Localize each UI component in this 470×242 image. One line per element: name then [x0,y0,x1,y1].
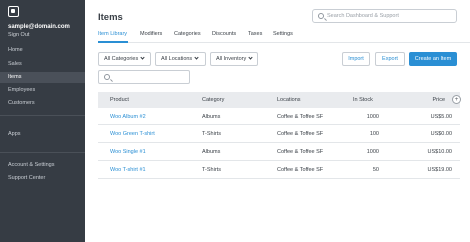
sidebar-item-account-settings[interactable]: Account & Settings [0,160,85,171]
row-divider [98,160,460,161]
import-button[interactable]: Import [342,52,370,66]
price-cell: US$0.00 [430,131,452,137]
locations-cell: Coffee & Toffee SF [277,114,324,120]
product-name-link[interactable]: Woo Single #1 [110,149,146,155]
add-column-icon[interactable]: + [452,95,461,104]
sidebar-divider [0,152,85,153]
row-divider [98,178,460,179]
locations-cell: Coffee & Toffee SF [277,167,324,173]
sidebar-item-items[interactable]: Items [0,72,85,83]
stock-cell: 1000 [366,114,379,120]
tab-modifiers[interactable]: Modifiers [140,31,162,37]
tab-categories[interactable]: Categories [174,31,201,37]
sidebar-item-apps[interactable]: Apps [0,129,85,140]
sidebar-item-home[interactable]: Home [0,45,85,56]
tab-taxes[interactable]: Taxes [248,31,262,37]
inventory-filter-dropdown[interactable]: All Inventory [210,52,258,66]
stock-cell: 50 [372,167,379,173]
sidebar-divider [0,115,85,116]
item-search-field[interactable] [98,70,190,84]
stock-cell: 1000 [366,149,379,155]
tab-discounts[interactable]: Discounts [212,31,236,37]
inventory-filter-label: All Inventory [216,56,247,62]
account-email: sample@domain.com [8,24,70,30]
stock-cell: 100 [369,131,379,137]
chevron-down-icon [194,55,199,60]
tab-settings[interactable]: Settings [273,31,293,37]
product-name-link[interactable]: Woo Album #2 [110,114,146,120]
page-title: Items [98,12,123,23]
price-cell: US$10.00 [427,149,452,155]
column-header-product[interactable]: Product [110,97,129,103]
row-divider [98,142,460,143]
dashboard-search-input[interactable] [327,11,452,21]
item-search-input[interactable] [113,72,187,82]
chevron-down-icon [140,55,145,60]
tab-item-library[interactable]: Item Library [98,31,127,37]
column-header-locations[interactable]: Locations [277,97,301,103]
locations-cell: Coffee & Toffee SF [277,149,324,155]
row-divider [98,124,460,125]
location-filter-dropdown[interactable]: All Locations [155,52,206,66]
sidebar-item-sales[interactable]: Sales [0,59,85,70]
column-header-price[interactable]: Price [420,97,445,103]
sidebar: sample@domain.com Sign Out Home Sales It… [0,0,85,242]
category-cell: T-Shirts [202,167,221,173]
category-cell: T-Shirts [202,131,221,137]
sign-out-link[interactable]: Sign Out [8,32,29,38]
locations-cell: Coffee & Toffee SF [277,131,324,137]
active-tab-indicator [98,41,128,43]
chevron-down-icon [248,55,253,60]
column-header-in-stock[interactable]: In Stock [353,97,373,103]
product-name-link[interactable]: Woo Green T-shirt [110,131,155,137]
sidebar-item-employees[interactable]: Employees [0,85,85,96]
category-filter-label: All Categories [104,56,139,62]
square-logo-icon[interactable] [8,6,19,17]
sidebar-item-customers[interactable]: Customers [0,98,85,109]
search-icon [318,13,324,19]
price-cell: US$19.00 [427,167,452,173]
category-cell: Albums [202,149,221,155]
product-name-link[interactable]: Woo T-shirt #1 [110,167,146,173]
tabs-divider [98,42,470,43]
category-filter-dropdown[interactable]: All Categories [98,52,151,66]
create-item-button[interactable]: Create an Item [409,52,457,66]
search-icon [104,74,110,80]
location-filter-label: All Locations [161,56,193,62]
price-cell: US$5.00 [430,114,452,120]
column-header-category[interactable]: Category [202,97,224,103]
sidebar-item-support-center[interactable]: Support Center [0,173,85,184]
export-button[interactable]: Export [375,52,405,66]
category-cell: Albums [202,114,221,120]
dashboard-search[interactable] [312,9,457,23]
